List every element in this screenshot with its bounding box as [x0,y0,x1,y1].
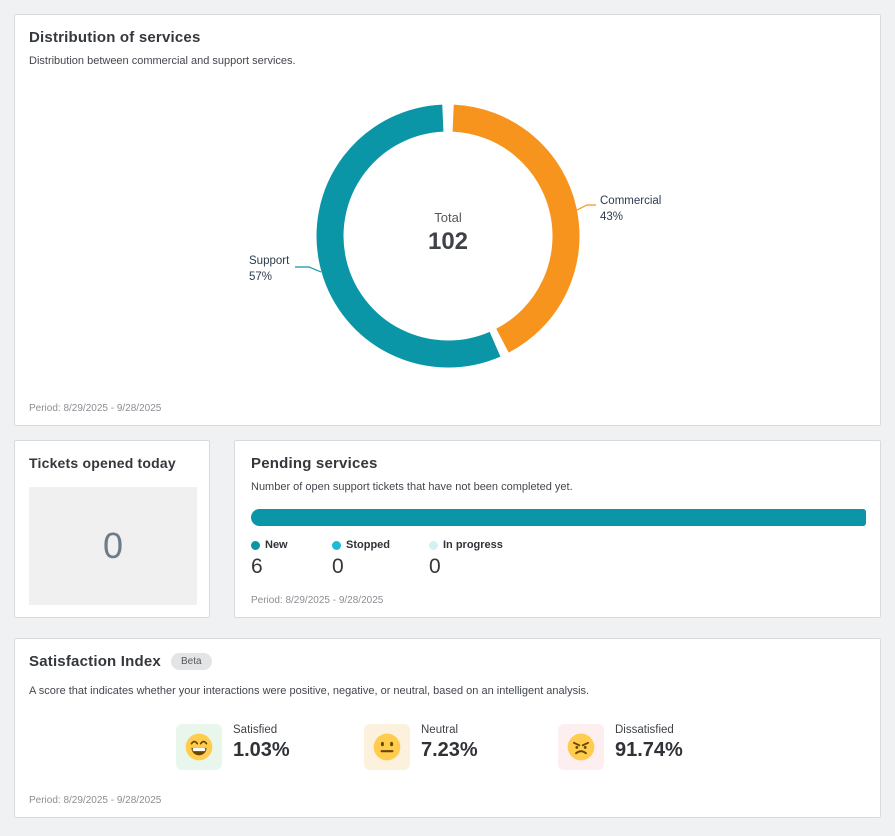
stopped-dot-icon [332,540,341,550]
tickets-count-value: 0 [102,525,124,566]
card-subtitle: A score that indicates whether your inte… [29,685,590,697]
satisfaction-label: Satisfied [233,724,278,736]
support-leader-line [295,266,322,273]
satisfaction-index-card: Satisfaction Index Beta A score that ind… [14,638,881,818]
dashboard-page: Distribution of services Distribution be… [0,0,895,836]
commercial-label: Commercial [600,195,661,207]
card-subtitle: Number of open support tickets that have… [251,481,573,493]
donut-center-value: 102 [428,228,468,255]
satisfaction-label: Neutral [421,724,459,736]
legend-item-new[interactable]: New 6 [251,539,288,579]
tickets-count-box: 0 [29,487,197,605]
tickets-opened-today-card: Tickets opened today 0 [14,440,210,618]
card-title: Pending services [251,455,378,472]
support-label: Support [249,255,290,267]
card-title: Tickets opened today [29,455,176,471]
legend-label: New [265,539,288,551]
legend-value: 6 [251,555,263,578]
satisfaction-item-neutral: Neutral 7.23% [364,724,478,770]
period-text: Period: 8/29/2025 - 9/28/2025 [29,403,162,414]
legend-item-in-progress[interactable]: In progress 0 [429,539,503,579]
legend-value: 0 [429,555,441,578]
beta-badge: Beta [170,653,212,670]
donut-center-label: Total [434,210,462,225]
satisfaction-value: 1.03% [233,739,290,761]
neutral-face-emoji-icon [364,724,410,770]
pending-bar [251,509,866,526]
pending-bar-segment-new [251,509,866,526]
donut-chart: Commercial 43% Support 57% Total 102 [249,104,661,368]
period-text: Period: 8/29/2025 - 9/28/2025 [251,595,384,606]
support-pct: 57% [249,271,272,283]
legend-item-stopped[interactable]: Stopped 0 [332,539,390,579]
angry-face-emoji-icon [558,724,604,770]
distribution-of-services-card: Distribution of services Distribution be… [14,14,881,426]
satisfaction-value: 91.74% [615,739,683,761]
commercial-leader-line [574,204,596,212]
grinning-face-emoji-icon [176,724,222,770]
in-progress-dot-icon [429,540,438,550]
legend-value: 0 [332,555,344,578]
donut-slice-commercial[interactable] [452,104,580,353]
pending-services-card: Pending services Number of open support … [234,440,881,618]
satisfaction-item-satisfied: Satisfied 1.03% [176,724,290,770]
new-dot-icon [251,540,260,550]
card-title: Satisfaction Index [29,653,161,670]
legend-label: In progress [443,539,503,551]
satisfaction-item-dissatisfied: Dissatisfied 91.74% [558,724,683,770]
donut-slice-support[interactable] [316,104,501,368]
satisfaction-value: 7.23% [421,739,478,761]
period-text: Period: 8/29/2025 - 9/28/2025 [29,795,162,806]
commercial-pct: 43% [600,211,623,223]
legend-label: Stopped [346,539,390,551]
satisfaction-label: Dissatisfied [615,724,674,736]
